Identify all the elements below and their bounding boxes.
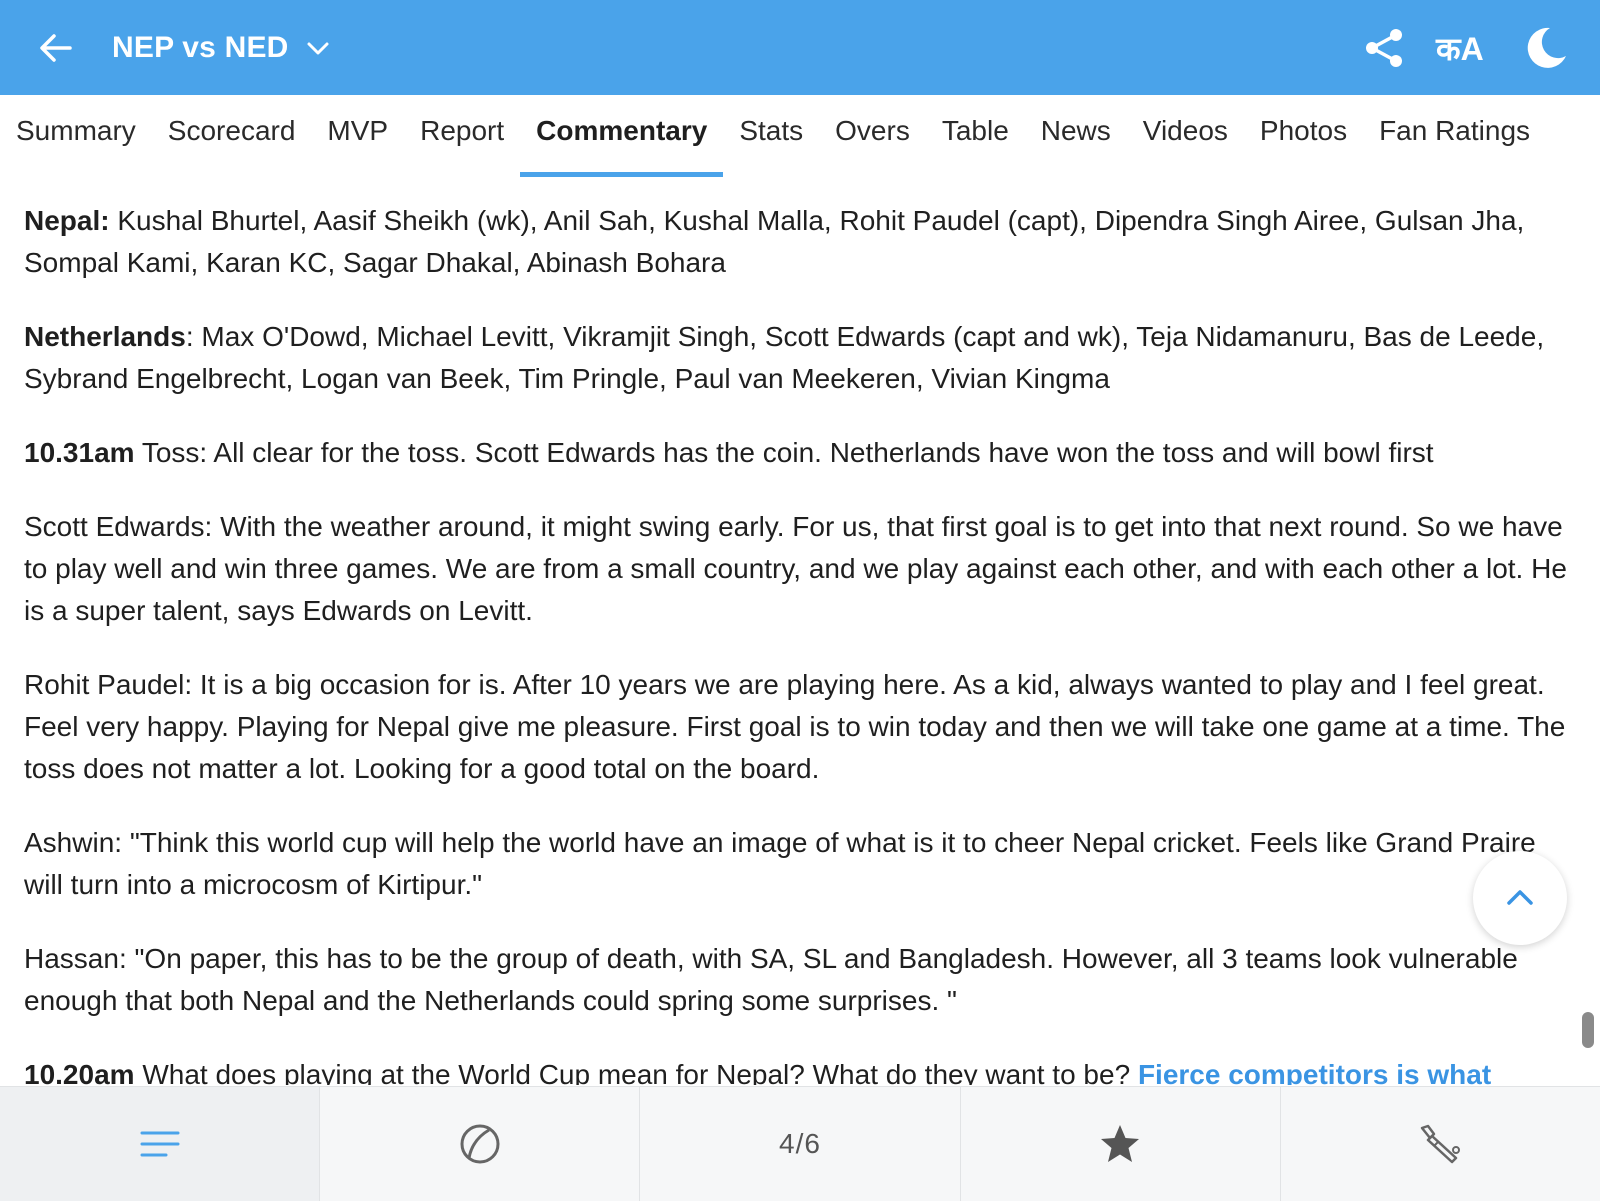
article-link[interactable]: Fierce competitors is what xyxy=(1138,1059,1491,1085)
nav-highlights[interactable] xyxy=(959,1087,1280,1201)
back-arrow-icon xyxy=(40,34,72,62)
nav-bat[interactable] xyxy=(1279,1087,1600,1201)
menu-icon xyxy=(140,1131,180,1157)
toss-text: Toss: All clear for the toss. Scott Edwa… xyxy=(134,437,1434,468)
top-app-bar: NEP vs NED कA xyxy=(0,0,1600,95)
tab-news[interactable]: News xyxy=(1025,95,1127,175)
edwards-quote: Scott Edwards: With the weather around, … xyxy=(24,511,1567,626)
chevron-down-icon xyxy=(307,42,329,55)
nepal-label: Nepal: xyxy=(24,205,110,236)
tab-stats[interactable]: Stats xyxy=(723,95,819,175)
moon-icon xyxy=(1527,27,1566,68)
toss-timestamp: 10.31am xyxy=(24,437,135,468)
hassan-quote: Hassan: "On paper, this has to be the gr… xyxy=(24,943,1518,1016)
bottom-nav: 4/6 xyxy=(0,1086,1600,1201)
tab-fan-ratings[interactable]: Fan Ratings xyxy=(1363,95,1546,175)
bat-icon xyxy=(1421,1124,1461,1164)
star-icon xyxy=(1101,1125,1140,1162)
tab-commentary[interactable]: Commentary xyxy=(520,95,724,177)
match-tabs: Summary Scorecard MVP Report Commentary … xyxy=(0,95,1600,177)
nepal-players: Kushal Bhurtel, Aasif Sheikh (wk), Anil … xyxy=(24,205,1525,278)
netherlands-lineup: Netherlands: Max O'Dowd, Michael Levitt,… xyxy=(24,316,1576,400)
language-toggle[interactable]: कA xyxy=(1436,28,1484,68)
tab-scorecard[interactable]: Scorecard xyxy=(152,95,312,175)
chevron-up-icon xyxy=(1507,890,1533,905)
toss-entry: 10.31am Toss: All clear for the toss. Sc… xyxy=(24,432,1576,474)
share-icon xyxy=(1366,29,1402,67)
entry-timestamp: 10.20am xyxy=(24,1059,135,1085)
scroll-to-top-button[interactable] xyxy=(1473,851,1567,945)
tab-summary[interactable]: Summary xyxy=(0,95,152,175)
scrollbar-thumb[interactable] xyxy=(1582,1012,1594,1048)
tab-mvp[interactable]: MVP xyxy=(311,95,404,175)
match-selector[interactable]: NEP vs NED xyxy=(112,26,331,70)
share-button[interactable] xyxy=(1362,26,1406,70)
tab-table[interactable]: Table xyxy=(926,95,1025,175)
ashwin-quote: Ashwin: "Think this world cup will help … xyxy=(24,827,1536,900)
match-title: NEP vs NED xyxy=(112,31,289,64)
nepal-lineup: Nepal: Kushal Bhurtel, Aasif Sheikh (wk)… xyxy=(24,200,1576,284)
dark-mode-toggle[interactable] xyxy=(1520,24,1568,72)
netherlands-players: : Max O'Dowd, Michael Levitt, Vikramjit … xyxy=(24,321,1545,394)
tab-photos[interactable]: Photos xyxy=(1244,95,1363,175)
back-button[interactable] xyxy=(36,28,76,68)
page-indicator: 4/6 xyxy=(779,1128,821,1159)
nav-page-indicator[interactable]: 4/6 xyxy=(639,1087,959,1201)
tab-overs[interactable]: Overs xyxy=(819,95,926,175)
ball-icon xyxy=(460,1124,500,1164)
tab-videos[interactable]: Videos xyxy=(1127,95,1244,175)
commentary-feed[interactable]: Nepal: Kushal Bhurtel, Aasif Sheikh (wk)… xyxy=(24,200,1576,1085)
nav-commentary[interactable] xyxy=(0,1087,320,1201)
commentary-entry-1020: 10.20am What does playing at the World C… xyxy=(24,1054,1576,1085)
paudel-quote: Rohit Paudel: It is a big occasion for i… xyxy=(24,669,1566,784)
netherlands-label: Netherlands xyxy=(24,321,186,352)
entry-text: What does playing at the World Cup mean … xyxy=(134,1059,1138,1085)
tab-report[interactable]: Report xyxy=(404,95,520,175)
nav-live[interactable] xyxy=(319,1087,639,1201)
